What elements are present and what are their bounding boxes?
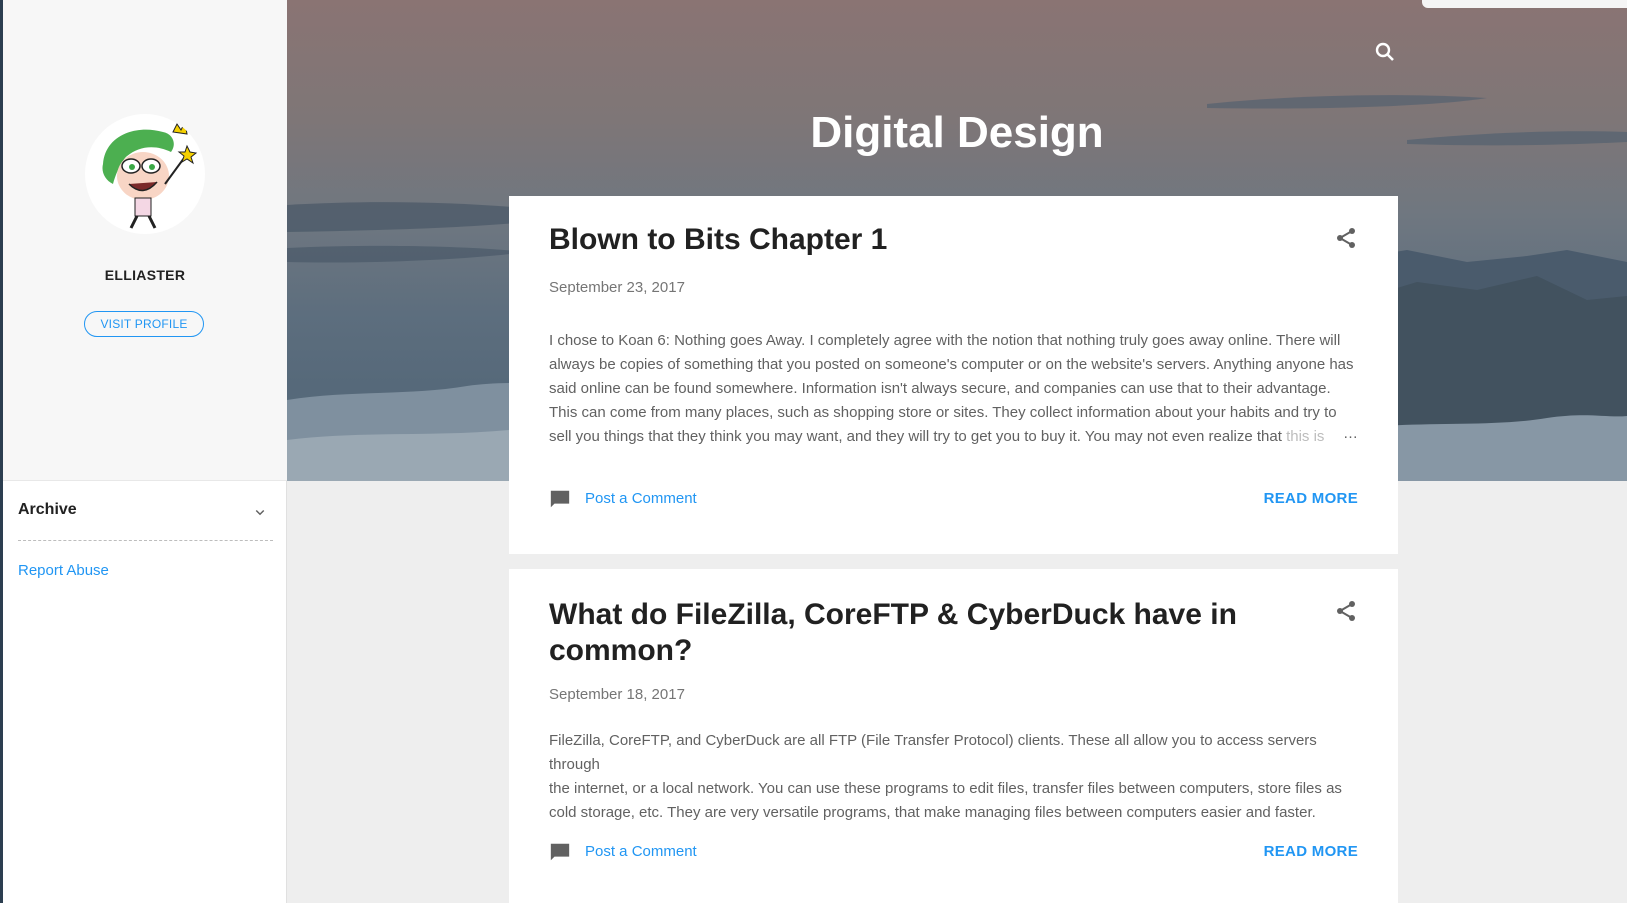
- share-icon[interactable]: [1334, 599, 1358, 623]
- post-title[interactable]: What do FileZilla, CoreFTP & CyberDuck h…: [549, 597, 1309, 669]
- post-snippet-line: I chose to Koan 6: Nothing goes Away. I …: [549, 332, 1341, 349]
- archive-widget[interactable]: Archive: [18, 497, 273, 541]
- post-snippet-line: said online can be found somewhere. Info…: [549, 380, 1331, 397]
- post-snippet-fade: this is: [1286, 428, 1325, 445]
- post-snippet: I chose to Koan 6: Nothing goes Away. I …: [549, 329, 1359, 449]
- post-date: September 23, 2017: [549, 279, 685, 296]
- share-icon[interactable]: [1334, 226, 1358, 250]
- post-date: September 18, 2017: [549, 686, 685, 703]
- post-snippet-line: sell you things that they think you may …: [549, 425, 1359, 449]
- post-snippet-line: FileZilla, CoreFTP, and CyberDuck are al…: [549, 732, 1317, 773]
- report-abuse-link[interactable]: Report Abuse: [18, 562, 109, 579]
- post-card: What do FileZilla, CoreFTP & CyberDuck h…: [509, 569, 1398, 903]
- profile-name: ELLIASTER: [104, 267, 186, 283]
- post-snippet-line: This can come from many places, such as …: [549, 404, 1337, 421]
- search-icon[interactable]: [1373, 40, 1397, 64]
- sidebar: ELLIASTER VISIT PROFILE Archive Report A…: [3, 0, 287, 903]
- post-snippet-text: sell you things that they think you may …: [549, 428, 1282, 445]
- post-comment-label[interactable]: Post a Comment: [585, 843, 697, 860]
- profile-card: ELLIASTER VISIT PROFILE: [3, 0, 287, 481]
- post-snippet-line: always be copies of something that you p…: [549, 356, 1354, 373]
- post-comment-link[interactable]: Post a Comment: [549, 488, 749, 512]
- avatar[interactable]: [85, 114, 205, 234]
- post-comment-label[interactable]: Post a Comment: [585, 490, 697, 507]
- read-more-link[interactable]: READ MORE: [1264, 843, 1358, 860]
- top-bar-fragment: [1422, 0, 1627, 8]
- chevron-down-icon[interactable]: [251, 503, 269, 521]
- post-snippet: FileZilla, CoreFTP, and CyberDuck are al…: [549, 729, 1359, 825]
- post-snippet-line: cold storage, etc. They are very versati…: [549, 804, 1316, 821]
- post-title[interactable]: Blown to Bits Chapter 1: [549, 222, 1309, 258]
- snippet-ellipsis: …: [1343, 425, 1358, 442]
- post-card: Blown to Bits Chapter 1 September 23, 20…: [509, 196, 1398, 554]
- cartoon-avatar-icon: [102, 120, 198, 229]
- post-snippet-line: the internet, or a local network. You ca…: [549, 780, 1342, 797]
- comment-icon: [550, 843, 570, 861]
- read-more-link[interactable]: READ MORE: [1264, 490, 1358, 507]
- archive-label: Archive: [18, 501, 77, 518]
- post-comment-link[interactable]: Post a Comment: [549, 841, 749, 865]
- comment-icon: [550, 490, 570, 508]
- site-title[interactable]: Digital Design: [287, 108, 1627, 158]
- visit-profile-button[interactable]: VISIT PROFILE: [84, 311, 204, 337]
